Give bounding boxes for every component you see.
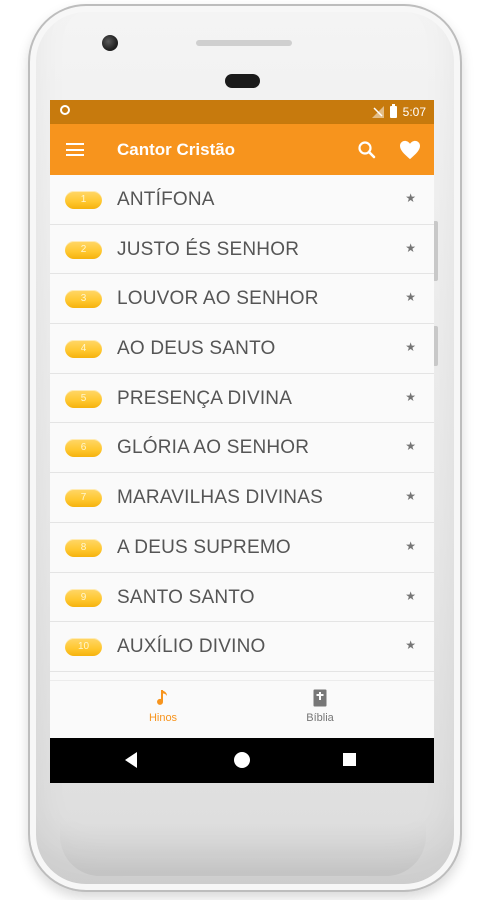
hymn-number-badge: 2 [65, 240, 102, 259]
star-icon[interactable]: ★ [405, 439, 416, 453]
tab-hinos[interactable]: Hinos [123, 689, 203, 724]
back-icon[interactable] [125, 752, 137, 768]
hymn-number-badge: 3 [65, 290, 102, 309]
battery-icon [389, 104, 397, 118]
search-icon[interactable] [357, 140, 377, 160]
hymn-list: 1 ANTÍFONA ★ 2 JUSTO ÉS SENHOR ★ 3 LOUVOR AO SE… [50, 175, 434, 672]
hymn-number-badge: 6 [65, 439, 102, 458]
notification-icon [60, 105, 70, 115]
recents-icon[interactable] [343, 753, 356, 766]
hymn-row[interactable]: 1 ANTÍFONA ★ [50, 175, 434, 225]
music-note-icon [157, 690, 167, 705]
star-icon[interactable]: ★ [405, 390, 416, 404]
star-icon[interactable]: ★ [405, 241, 416, 255]
app-bar: Cantor Cristão [50, 124, 434, 175]
hymn-title: LOUVOR AO SENHOR [117, 288, 319, 310]
hymn-title: AUXÍLIO DIVINO [117, 636, 266, 658]
bible-icon [313, 689, 327, 707]
front-camera [102, 35, 118, 51]
hymn-number-badge: 8 [65, 538, 102, 557]
hymn-row[interactable]: 3 LOUVOR AO SENHOR ★ [50, 274, 434, 325]
hymn-number-badge: 7 [65, 489, 102, 508]
hymn-title: AO DEUS SANTO [117, 338, 276, 360]
heart-icon[interactable] [399, 140, 421, 160]
top-speaker-slot [196, 40, 292, 46]
hymn-title: SANTO SANTO [117, 586, 255, 608]
hymn-number-badge: 5 [65, 389, 102, 408]
tab-label: Hinos [148, 712, 178, 724]
android-navigation-bar [50, 738, 434, 783]
star-icon[interactable]: ★ [405, 539, 416, 553]
star-icon[interactable]: ★ [405, 589, 416, 603]
hymn-number-badge: 1 [65, 191, 102, 209]
hymn-number-badge: 9 [65, 588, 102, 607]
signal-icon [371, 106, 384, 118]
hymn-title: GLÓRIA AO SENHOR [117, 437, 310, 459]
hymn-row[interactable]: 6 GLÓRIA AO SENHOR ★ [50, 423, 434, 474]
hymn-row[interactable]: 8 A DEUS SUPREMO ★ [50, 522, 434, 573]
hymn-title: PRESENÇA DIVINA [117, 387, 293, 409]
hymn-title: MARAVILHAS DIVINAS [117, 487, 323, 509]
tab-label: Bíblia [306, 712, 334, 724]
screen: 5:07 Cantor Cristão 1 ANTÍFONA ★ 2 JUSTO ÉS … [50, 100, 434, 783]
phone-chin [60, 820, 426, 876]
star-icon[interactable]: ★ [405, 191, 416, 205]
hymn-row[interactable]: 9 SANTO SANTO ★ [50, 572, 434, 623]
status-bar: 5:07 [50, 100, 434, 124]
hymn-row[interactable]: 5 PRESENÇA DIVINA ★ [50, 373, 434, 424]
menu-icon[interactable] [66, 143, 84, 156]
hymn-title: ANTÍFONA [117, 189, 215, 210]
hymn-row[interactable]: 7 MARAVILHAS DIVINAS ★ [50, 473, 434, 523]
star-icon[interactable]: ★ [405, 340, 416, 354]
star-icon[interactable]: ★ [405, 290, 416, 304]
hymn-row[interactable]: 2 JUSTO ÉS SENHOR ★ [50, 224, 434, 275]
app-title: Cantor Cristão [117, 140, 236, 159]
hymn-title: JUSTO ÉS SENHOR [117, 238, 300, 260]
hymn-number-badge: 4 [65, 340, 102, 359]
earpiece [225, 74, 260, 88]
star-icon[interactable]: ★ [405, 638, 416, 652]
home-icon[interactable] [234, 752, 250, 768]
hymn-row[interactable]: 4 AO DEUS SANTO ★ [50, 324, 434, 374]
star-icon[interactable]: ★ [405, 489, 416, 503]
hymn-title: A DEUS SUPREMO [117, 536, 291, 558]
hymn-row[interactable]: 10 AUXÍLIO DIVINO ★ [50, 622, 434, 672]
hymn-number-badge: 10 [65, 638, 102, 657]
status-time: 5:07 [402, 105, 426, 119]
bottom-navigation: Hinos Bíblia [50, 680, 434, 739]
tab-biblia[interactable]: Bíblia [280, 689, 360, 724]
